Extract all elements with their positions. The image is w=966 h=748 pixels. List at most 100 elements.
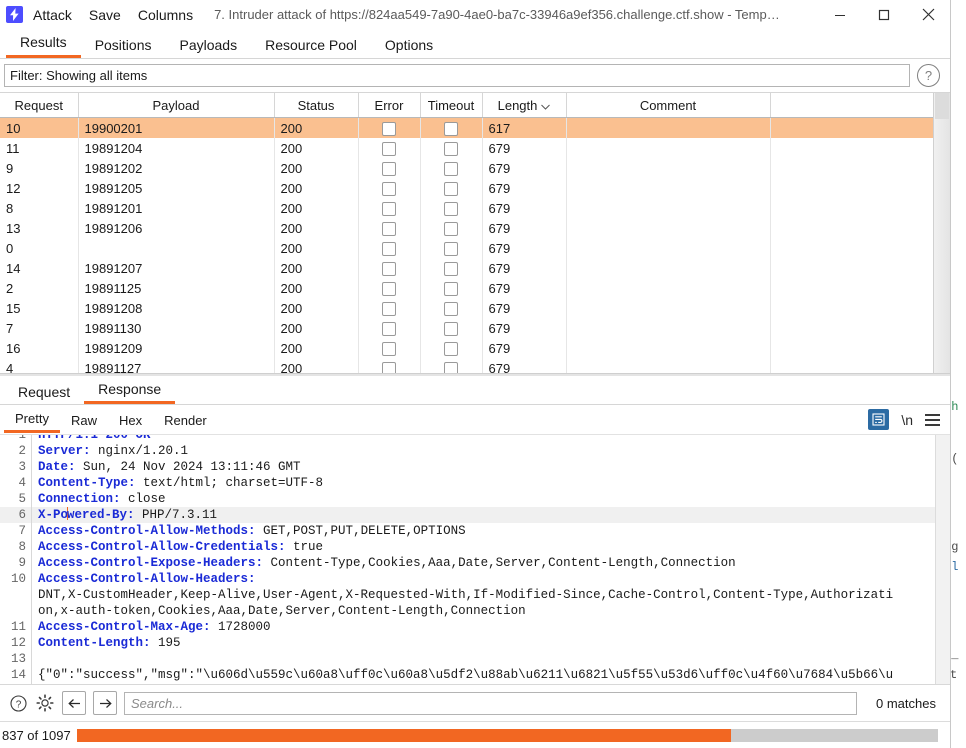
timeout-checkbox[interactable] (444, 261, 458, 276)
table-row[interactable]: 16 19891209 200 679 (0, 338, 935, 358)
timeout-checkbox[interactable] (444, 281, 458, 296)
error-checkbox[interactable] (382, 301, 396, 316)
results-scroll-thumb[interactable] (935, 93, 949, 119)
cell-timeout[interactable] (420, 178, 483, 198)
view-tab-pretty[interactable]: Pretty (4, 411, 60, 433)
cell-timeout[interactable] (420, 318, 483, 338)
timeout-checkbox[interactable] (444, 321, 458, 336)
results-vertical-scrollbar[interactable] (933, 93, 950, 374)
table-row[interactable]: 14 19891207 200 679 (0, 258, 935, 278)
cell-error[interactable] (358, 318, 421, 338)
table-row[interactable]: 7 19891130 200 679 (0, 318, 935, 338)
tab-positions[interactable]: Positions (81, 37, 166, 58)
timeout-checkbox[interactable] (444, 241, 458, 256)
menu-burger-icon[interactable] (925, 413, 940, 426)
cell-timeout[interactable] (420, 138, 483, 158)
error-checkbox[interactable] (382, 241, 396, 256)
error-checkbox[interactable] (382, 201, 396, 216)
close-icon[interactable] (906, 0, 950, 29)
error-checkbox[interactable] (382, 121, 396, 136)
minimize-icon[interactable] (818, 0, 862, 29)
error-checkbox[interactable] (382, 181, 396, 196)
cell-timeout[interactable] (420, 117, 483, 138)
cell-error[interactable] (358, 178, 421, 198)
response-vertical-scrollbar[interactable] (935, 435, 950, 684)
column-header-status[interactable]: Status (274, 93, 359, 118)
cell-timeout[interactable] (420, 218, 483, 238)
error-checkbox[interactable] (382, 341, 396, 356)
table-row[interactable]: 11 19891204 200 679 (0, 138, 935, 158)
column-header-timeout[interactable]: Timeout (420, 93, 483, 118)
error-checkbox[interactable] (382, 261, 396, 276)
timeout-checkbox[interactable] (444, 221, 458, 236)
tab-resource-pool[interactable]: Resource Pool (251, 37, 371, 58)
arrow-left-icon[interactable] (62, 691, 86, 715)
tab-request[interactable]: Request (4, 384, 84, 404)
menu-save[interactable]: Save (89, 7, 121, 23)
table-row[interactable]: 13 19891206 200 679 (0, 218, 935, 238)
error-checkbox[interactable] (382, 321, 396, 336)
cell-error[interactable] (358, 298, 421, 318)
tab-payloads[interactable]: Payloads (166, 37, 252, 58)
cell-timeout[interactable] (420, 358, 483, 374)
maximize-icon[interactable] (862, 0, 906, 29)
table-row[interactable]: 0 200 679 (0, 238, 935, 258)
error-checkbox[interactable] (382, 281, 396, 296)
column-header-length[interactable]: Length (482, 93, 567, 118)
timeout-checkbox[interactable] (444, 161, 458, 176)
cell-error[interactable] (358, 158, 421, 178)
table-row[interactable]: 8 19891201 200 679 (0, 198, 935, 218)
view-tab-render[interactable]: Render (153, 413, 218, 432)
error-checkbox[interactable] (382, 221, 396, 236)
cell-error[interactable] (358, 198, 421, 218)
cell-error[interactable] (358, 218, 421, 238)
table-row[interactable]: 2 19891125 200 679 (0, 278, 935, 298)
cell-error[interactable] (358, 138, 421, 158)
wrap-lines-icon[interactable] (868, 409, 890, 430)
column-header-comment[interactable]: Comment (566, 93, 771, 118)
timeout-checkbox[interactable] (444, 341, 458, 356)
newline-icon[interactable]: \n (901, 412, 913, 428)
menu-columns[interactable]: Columns (138, 7, 193, 23)
response-viewer[interactable]: 1 HTTP/1.1 200 OK 2 Server: nginx/1.20.1 3 Da… (0, 434, 950, 684)
cell-timeout[interactable] (420, 338, 483, 358)
cell-timeout[interactable] (420, 238, 483, 258)
question-mark-circle-icon[interactable]: ? (8, 693, 28, 713)
view-tab-hex[interactable]: Hex (108, 413, 153, 432)
cell-timeout[interactable] (420, 158, 483, 178)
tab-options[interactable]: Options (371, 37, 447, 58)
cell-error[interactable] (358, 258, 421, 278)
search-input[interactable]: Search... (124, 691, 858, 715)
tab-response[interactable]: Response (84, 381, 176, 404)
column-header-payload[interactable]: Payload (78, 93, 275, 118)
table-row[interactable]: 15 19891208 200 679 (0, 298, 935, 318)
cell-error[interactable] (358, 238, 421, 258)
cell-error[interactable] (358, 338, 421, 358)
cell-timeout[interactable] (420, 278, 483, 298)
cell-timeout[interactable] (420, 198, 483, 218)
menu-attack[interactable]: Attack (33, 7, 72, 23)
tab-results[interactable]: Results (6, 34, 81, 58)
table-row[interactable]: 12 19891205 200 679 (0, 178, 935, 198)
table-row[interactable]: 9 19891202 200 679 (0, 158, 935, 178)
timeout-checkbox[interactable] (444, 301, 458, 316)
table-row[interactable]: 10 19900201 200 617 (0, 117, 935, 138)
timeout-checkbox[interactable] (444, 181, 458, 196)
column-header-error[interactable]: Error (358, 93, 421, 118)
view-tab-raw[interactable]: Raw (60, 413, 108, 432)
table-row[interactable]: 4 19891127 200 679 (0, 358, 935, 374)
column-header-request[interactable]: Request (0, 93, 79, 118)
timeout-checkbox[interactable] (444, 121, 458, 136)
cell-error[interactable] (358, 358, 421, 374)
timeout-checkbox[interactable] (444, 201, 458, 216)
question-mark-icon[interactable]: ? (917, 64, 940, 87)
cell-error[interactable] (358, 117, 421, 138)
arrow-right-icon[interactable] (93, 691, 117, 715)
timeout-checkbox[interactable] (444, 141, 458, 156)
cell-timeout[interactable] (420, 258, 483, 278)
cell-error[interactable] (358, 278, 421, 298)
error-checkbox[interactable] (382, 161, 396, 176)
cell-timeout[interactable] (420, 298, 483, 318)
filter-bar[interactable]: Filter: Showing all items (4, 64, 910, 87)
error-checkbox[interactable] (382, 141, 396, 156)
